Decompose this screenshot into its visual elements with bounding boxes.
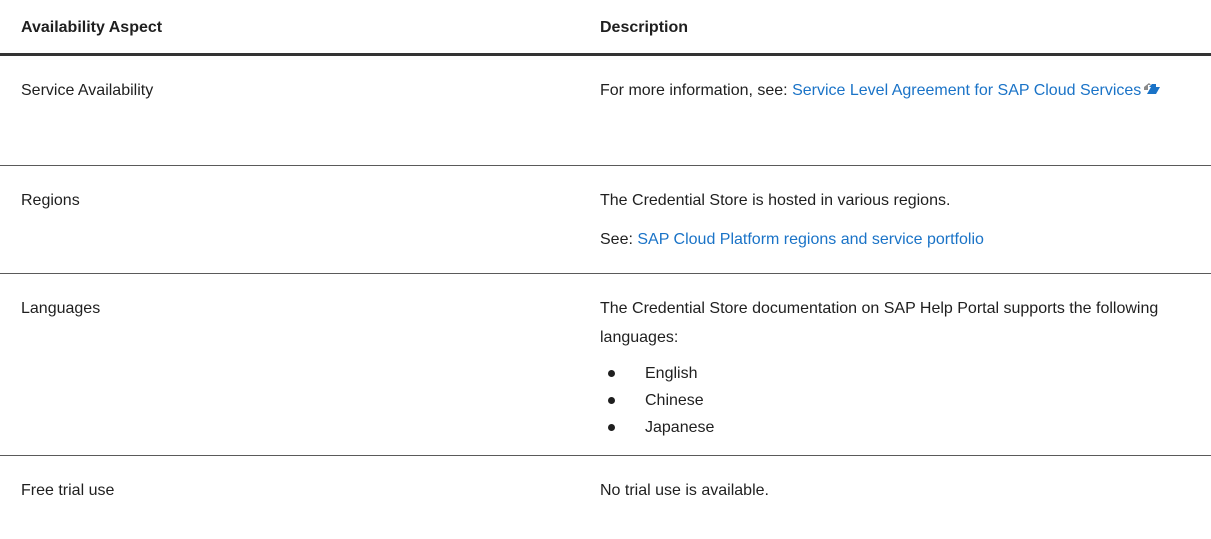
header-description: Description [600, 19, 689, 36]
aspect-regions: Regions [21, 192, 80, 209]
description-regions: The Credential Store is hosted in variou… [600, 166, 1211, 273]
bullet-icon [608, 397, 615, 404]
description-service-availability: For more information, see: Service Level… [600, 56, 1211, 165]
list-item: Japanese [600, 414, 1201, 441]
aspect-free-trial-use: Free trial use [21, 482, 115, 499]
aspect-languages: Languages [21, 300, 101, 317]
list-item: Chinese [600, 387, 1201, 414]
description-languages: The Credential Store documentation on SA… [600, 274, 1211, 455]
regions-see-paragraph: See: SAP Cloud Platform regions and serv… [600, 225, 1201, 254]
regions-see-prefix: See: [600, 231, 638, 248]
table-header-row: Availability Aspect Description [0, 0, 1211, 56]
languages-list: English Chinese Japanese [600, 360, 1201, 441]
bullet-icon [608, 370, 615, 377]
regions-portfolio-link[interactable]: SAP Cloud Platform regions and service p… [637, 231, 984, 248]
table-row-languages: Languages The Credential Store documenta… [0, 274, 1211, 456]
service-description-prefix: For more information, see: [600, 82, 793, 99]
description-free-trial-use: No trial use is available. [600, 482, 769, 499]
language-english: English [645, 365, 698, 382]
sla-link[interactable]: Service Level Agreement for SAP Cloud Se… [792, 82, 1141, 99]
aspect-service-availability: Service Availability [21, 82, 154, 99]
header-availability-aspect: Availability Aspect [21, 19, 163, 36]
languages-description-text: The Credential Store documentation on SA… [600, 300, 1159, 346]
language-japanese: Japanese [645, 419, 715, 436]
regions-description-text: The Credential Store is hosted in variou… [600, 192, 951, 209]
external-link-icon[interactable] [1142, 78, 1162, 94]
language-chinese: Chinese [645, 392, 704, 409]
table-row-free-trial: Free trial use No trial use is available… [0, 456, 1211, 516]
availability-table: Availability Aspect Description Service … [0, 0, 1211, 516]
table-row-service-availability: Service Availability For more informatio… [0, 56, 1211, 166]
service-description-paragraph: For more information, see: Service Level… [600, 76, 1201, 105]
list-item: English [600, 360, 1201, 387]
bullet-icon [608, 424, 615, 431]
table-row-regions: Regions The Credential Store is hosted i… [0, 166, 1211, 274]
